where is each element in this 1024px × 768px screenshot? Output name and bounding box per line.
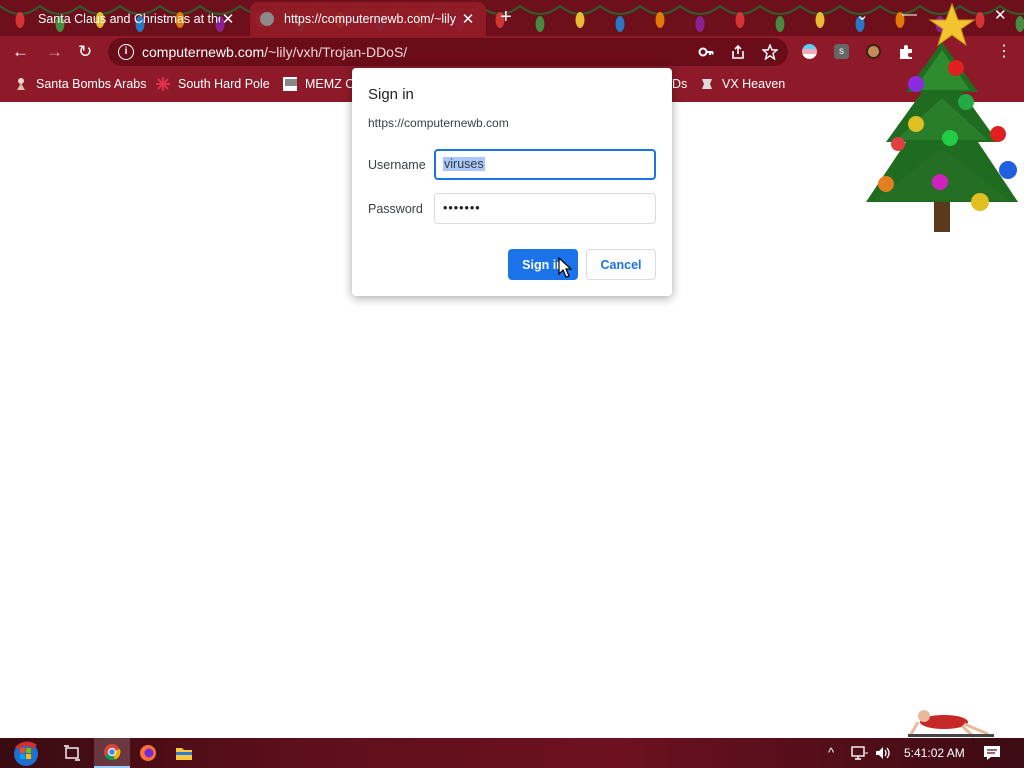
bookmark-south-hard-pole[interactable]: South Hard Pole: [156, 77, 270, 91]
task-view-icon: [64, 745, 80, 761]
new-tab-icon[interactable]: +: [500, 7, 512, 27]
christmas-tree-decoration: [866, 2, 1018, 232]
christmas-light-bulb: [615, 16, 625, 32]
password-value: •••••••: [443, 201, 481, 215]
tab-title: Santa Claus and Christmas at the: [38, 12, 220, 26]
share-icon[interactable]: [730, 44, 746, 60]
bookmark-vx-heaven[interactable]: VX Heaven: [700, 77, 785, 91]
bookmark-label: Santa Bombs Arabs: [36, 77, 147, 91]
dialog-title: Sign in: [368, 86, 414, 103]
santa-bookmark-icon: [17, 78, 25, 90]
christmas-light-bulb: [735, 12, 745, 28]
tab-title: https://computernewb.com/~lily: [284, 12, 456, 26]
bookmark-santa-bombs-arabs[interactable]: Santa Bombs Arabs: [14, 77, 146, 91]
crawling-figure-decoration: [908, 710, 994, 738]
password-field[interactable]: •••••••: [434, 193, 656, 224]
christmas-light-bulb: [815, 12, 825, 28]
christmas-light-bulb: [655, 12, 665, 28]
reload-icon[interactable]: ↻: [78, 42, 92, 62]
cancel-button[interactable]: Cancel: [586, 249, 656, 280]
url-path: /~lily/vxh/Trojan-DDoS/: [264, 44, 408, 60]
extension-pride-icon[interactable]: [802, 44, 817, 59]
christmas-light-bulb: [775, 16, 785, 32]
mouse-cursor-icon: [558, 257, 572, 278]
volume-icon[interactable]: [874, 745, 892, 761]
bookmark-label: South Hard Pole: [178, 77, 270, 91]
task-view-button[interactable]: [58, 738, 86, 768]
bookmark-label: Ds: [672, 77, 688, 91]
tab-computernewb[interactable]: https://computernewb.com/~lily ✕: [250, 2, 486, 36]
taskbar: ^ 5:41:02 AM: [0, 738, 1024, 768]
christmas-light-bulb: [695, 16, 705, 32]
username-field[interactable]: viruses: [434, 149, 656, 180]
url-host: computernewb.com: [142, 44, 265, 60]
extension-s-icon[interactable]: s: [834, 44, 849, 59]
bookmark-ds[interactable]: Ds: [672, 77, 687, 91]
firefox-icon: [140, 745, 156, 761]
close-tab-icon[interactable]: ✕: [220, 10, 236, 28]
memz-bookmark-icon: [283, 77, 297, 91]
snowflake-bookmark-icon: [156, 77, 170, 91]
chrome-icon: [104, 744, 121, 761]
password-label: Password: [368, 202, 423, 216]
bookmark-label: MEMZ C: [305, 77, 355, 91]
bookmark-memz[interactable]: MEMZ C: [283, 77, 354, 91]
action-center-icon[interactable]: [983, 745, 1001, 761]
windows-start-icon: [14, 741, 38, 766]
sign-in-dialog: Sign in https://computernewb.com Usernam…: [352, 68, 672, 296]
close-tab-icon[interactable]: ✕: [460, 10, 476, 28]
forward-icon[interactable]: →: [46, 42, 63, 62]
start-button[interactable]: [6, 738, 46, 768]
address-url[interactable]: computernewb.com/~lily/vxh/Trojan-DDoS/: [142, 44, 407, 60]
christmas-light-bulb: [575, 12, 585, 28]
taskbar-clock[interactable]: 5:41:02 AM: [904, 746, 965, 760]
bookmark-label: VX Heaven: [722, 77, 786, 91]
back-icon[interactable]: ←: [12, 42, 29, 62]
taskbar-firefox[interactable]: [132, 738, 164, 768]
dialog-origin: https://computernewb.com: [368, 116, 509, 130]
tray-expand-icon[interactable]: ^: [828, 745, 834, 760]
taskbar-file-explorer[interactable]: [168, 738, 200, 768]
christmas-light-bulb: [535, 16, 545, 32]
bookmark-star-icon[interactable]: [762, 44, 778, 60]
username-label: Username: [368, 158, 426, 172]
vx-heaven-bookmark-icon: [702, 79, 712, 89]
taskbar-chrome[interactable]: [94, 738, 130, 768]
address-bar[interactable]: i computernewb.com/~lily/vxh/Trojan-DDoS…: [108, 38, 788, 66]
tab-favicon-icon: [260, 12, 274, 26]
tab-santa-claus[interactable]: Santa Claus and Christmas at the ✕: [28, 2, 246, 36]
file-explorer-icon: [176, 748, 192, 760]
key-icon[interactable]: [698, 44, 714, 60]
username-value: viruses: [443, 157, 485, 171]
network-icon[interactable]: [851, 745, 869, 761]
christmas-light-bulb: [15, 12, 25, 28]
site-info-icon[interactable]: i: [118, 44, 134, 60]
